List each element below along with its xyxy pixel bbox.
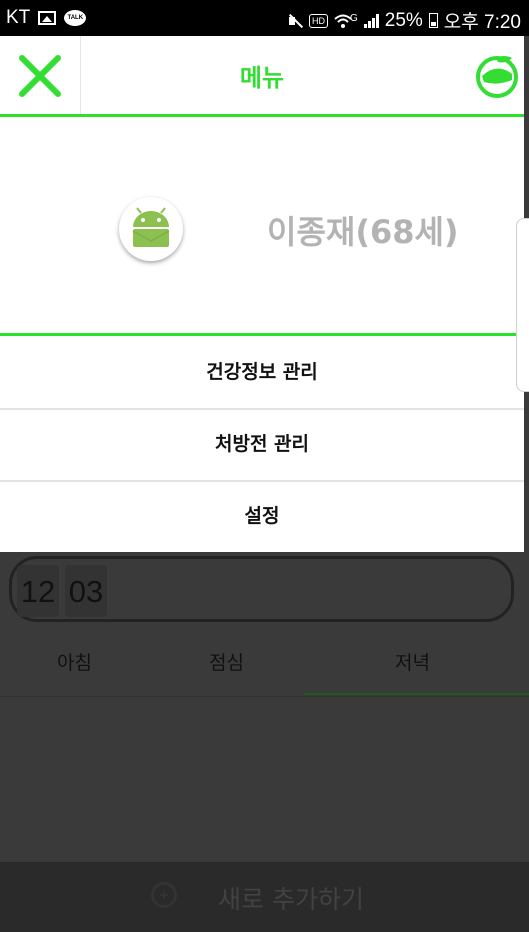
- signal-icon: [363, 13, 379, 28]
- menu-item-settings[interactable]: 설정: [0, 480, 524, 552]
- add-circle-icon: [151, 882, 177, 908]
- profile-section: 이종재(68세): [0, 117, 524, 336]
- avatar[interactable]: [119, 197, 183, 261]
- minute-digit[interactable]: 03: [65, 565, 107, 617]
- meal-tabs: 아침 점심 저녁: [0, 626, 529, 697]
- menu-title: 메뉴: [239, 64, 285, 92]
- menu-drawer: 메뉴 이종재(68세) 건강정보 관리 처방전 관리 설정: [0, 36, 524, 552]
- menu-item-prescription[interactable]: 처방전 관리: [0, 408, 524, 482]
- kakaotalk-icon: TALK: [64, 10, 87, 26]
- tab-dinner[interactable]: 저녁: [395, 648, 430, 675]
- hour-digit[interactable]: 12: [17, 565, 59, 617]
- hd-voice-icon: HD: [308, 13, 328, 28]
- mute-icon: [287, 13, 303, 29]
- tab-morning[interactable]: 아침: [57, 648, 92, 675]
- app-logo-icon: [476, 56, 518, 98]
- battery-icon: [428, 13, 438, 28]
- edge-panel-handle[interactable]: [516, 218, 529, 392]
- add-new-label: 새로 추가하기: [218, 885, 364, 914]
- network-type-label: G: [349, 12, 358, 24]
- wifi-icon: G: [334, 13, 358, 29]
- battery-percent: 25%: [384, 9, 423, 31]
- add-new-bar[interactable]: 새로 추가하기: [0, 862, 529, 932]
- menu-header: 메뉴: [0, 36, 524, 117]
- carrier-label: KT: [6, 7, 31, 28]
- image-notification-icon: [38, 11, 57, 25]
- selected-tab-indicator: [303, 693, 529, 695]
- android-icon: [132, 207, 170, 247]
- menu-item-health-info[interactable]: 건강정보 관리: [0, 336, 524, 410]
- clock: 오후 7:20: [443, 12, 521, 33]
- status-bar: KT TALK HD G 25% 오후 7:20: [0, 0, 529, 36]
- tab-lunch[interactable]: 점심: [209, 648, 244, 675]
- user-name: 이종재(68세): [267, 213, 459, 251]
